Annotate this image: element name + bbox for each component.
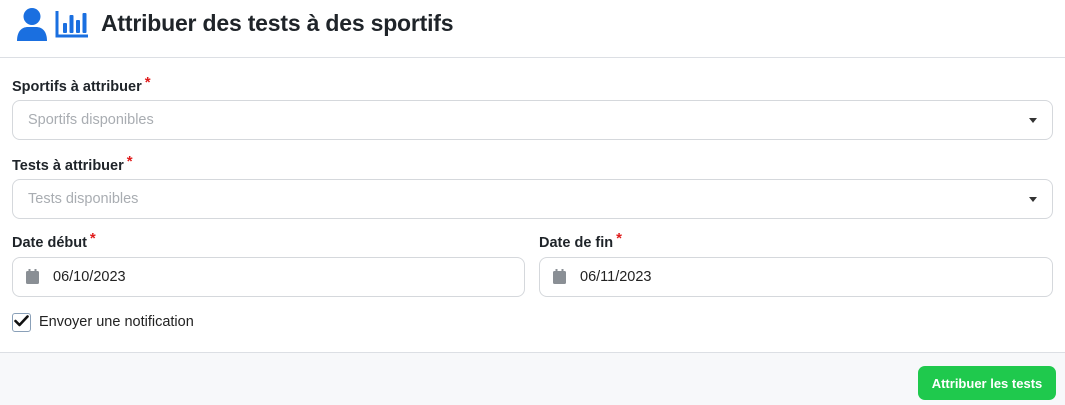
tests-select[interactable]: Tests disponibles	[12, 179, 1053, 219]
athletes-placeholder: Sportifs disponibles	[28, 112, 154, 128]
end-date-label: Date de fin *	[539, 230, 622, 251]
required-mark: *	[126, 153, 133, 170]
start-date-label-text: Date début	[12, 235, 87, 251]
form-footer	[0, 352, 1065, 405]
start-date-label: Date début *	[12, 230, 96, 251]
required-mark: *	[144, 74, 151, 91]
required-mark: *	[89, 230, 96, 247]
user-icon	[16, 7, 48, 46]
checkmark-icon	[14, 314, 29, 332]
calendar-icon	[26, 269, 39, 289]
notification-checkbox[interactable]	[12, 313, 31, 332]
start-date-field[interactable]: 06/10/2023	[12, 257, 525, 297]
assign-tests-button[interactable]: Attribuer les tests	[918, 366, 1056, 400]
page-header: Attribuer des tests à des sportifs	[0, 0, 1065, 58]
start-date-value: 06/10/2023	[53, 269, 126, 285]
tests-placeholder: Tests disponibles	[28, 191, 139, 207]
end-date-field[interactable]: 06/11/2023	[539, 257, 1053, 297]
header-icons	[16, 7, 89, 46]
athletes-label: Sportifs à attribuer *	[12, 74, 151, 95]
page-title: Attribuer des tests à des sportifs	[101, 10, 454, 36]
tests-label: Tests à attribuer *	[12, 153, 133, 174]
bar-chart-icon	[55, 9, 89, 44]
athletes-select[interactable]: Sportifs disponibles	[12, 100, 1053, 140]
athletes-label-text: Sportifs à attribuer	[12, 79, 142, 95]
end-date-label-text: Date de fin	[539, 235, 614, 251]
tests-label-text: Tests à attribuer	[12, 158, 124, 174]
calendar-icon	[553, 269, 566, 289]
chevron-down-icon[interactable]	[1029, 118, 1037, 123]
end-date-value: 06/11/2023	[580, 269, 652, 285]
required-mark: *	[616, 230, 622, 247]
notification-label[interactable]: Envoyer une notification	[39, 314, 194, 330]
chevron-down-icon[interactable]	[1029, 197, 1037, 202]
